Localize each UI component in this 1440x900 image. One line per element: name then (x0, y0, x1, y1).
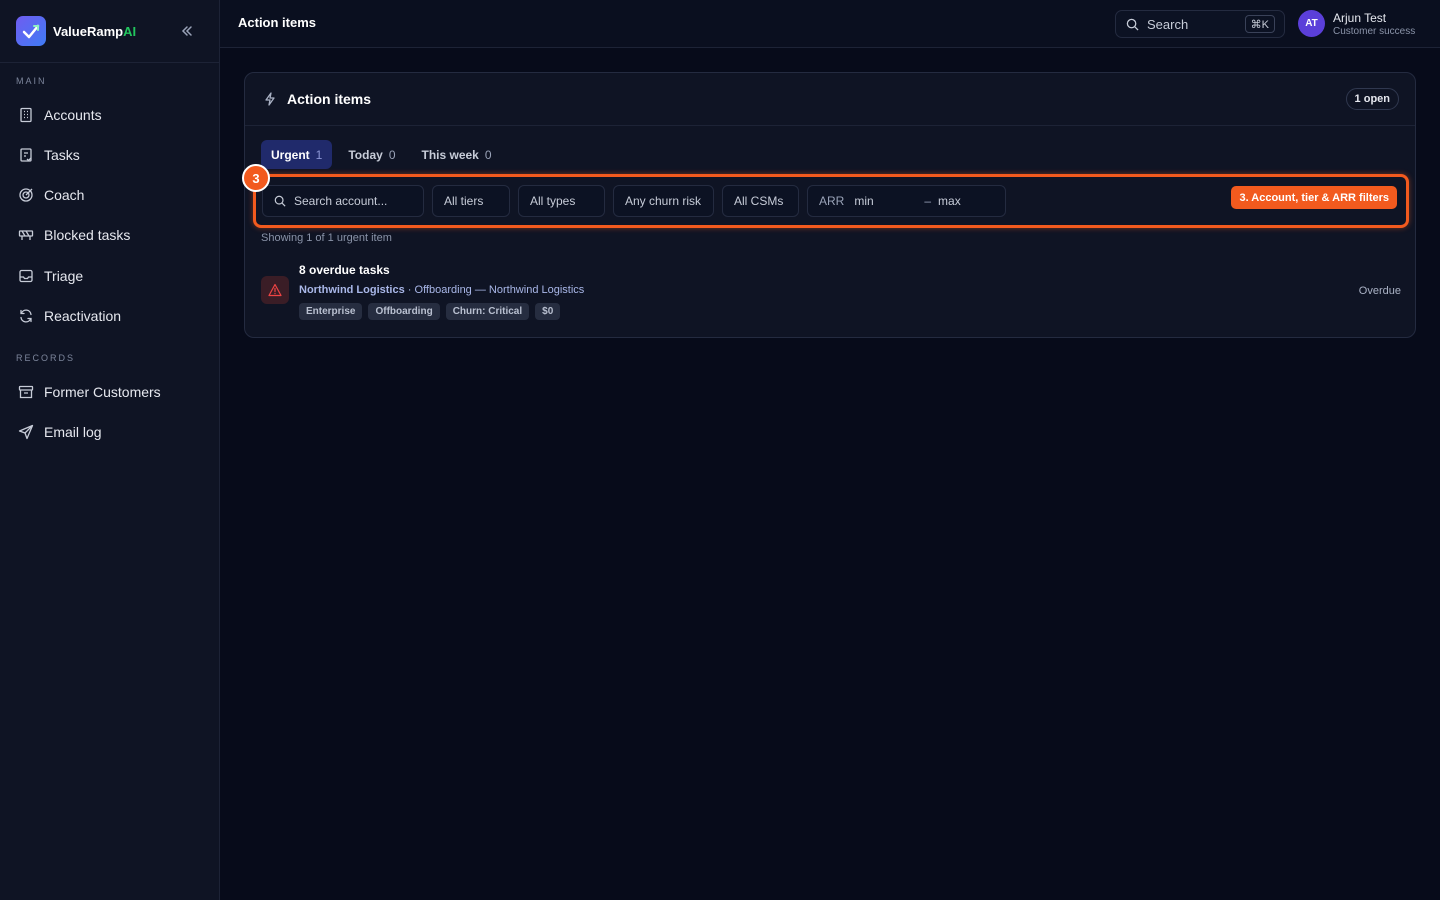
tab-label: Urgent (271, 147, 310, 162)
sidebar-item-blocked-tasks[interactable]: Blocked tasks (8, 218, 212, 252)
sidebar-item-label: Email log (44, 424, 102, 440)
building-icon (20, 107, 32, 123)
tab-today[interactable]: Today 0 (338, 140, 405, 169)
sidebar-item-label: Former Customers (44, 384, 161, 400)
target-icon (19, 188, 33, 202)
warning-icon (261, 276, 289, 304)
tab-count: 0 (388, 147, 396, 162)
tab-this-week[interactable]: This week 0 (412, 140, 502, 169)
arr-range-filter: ARR min – max (807, 185, 1006, 217)
sidebar-item-label: Blocked tasks (44, 227, 131, 243)
tag: Enterprise (299, 303, 363, 320)
status-badge: Overdue (1358, 285, 1401, 297)
tag-list: Enterprise Offboarding Churn: Critical $… (299, 303, 566, 320)
sidebar-item-label: Tasks (44, 147, 80, 163)
logo-icon (16, 16, 46, 46)
arr-separator: – (924, 194, 932, 208)
arr-min-input[interactable]: min (854, 194, 914, 208)
tab-label: This week (421, 147, 479, 162)
item-title: 8 overdue tasks (299, 263, 390, 277)
tab-count: 1 (315, 147, 323, 162)
open-count-badge: 1 open (1345, 88, 1399, 110)
sidebar-item-accounts[interactable]: Accounts (8, 98, 212, 132)
churn-select-value: Any churn risk (625, 194, 702, 208)
search-placeholder: Search account... (294, 194, 388, 208)
account-link[interactable]: Northwind Logistics (299, 284, 405, 296)
tour-hint-label: 3. Account, tier & ARR filters (1231, 186, 1397, 209)
filter-row-highlight: Search account... All tiers All types An… (253, 174, 1409, 228)
tab-urgent[interactable]: Urgent 1 (261, 140, 333, 169)
item-detail: · Offboarding — Northwind Logistics (407, 284, 585, 296)
sidebar: ValueRampAI MAIN Accounts Tasks Coach Bl… (0, 0, 220, 900)
collapse-sidebar-icon[interactable] (178, 22, 196, 40)
sidebar-item-former-customers[interactable]: Former Customers (8, 375, 212, 409)
user-name: Arjun Test (1333, 10, 1387, 25)
sidebar-item-triage[interactable]: Triage (8, 259, 212, 293)
arr-label: ARR (819, 194, 845, 208)
card-title: Action items (287, 91, 372, 107)
sidebar-item-reactivation[interactable]: Reactivation (8, 299, 212, 333)
tab-label: Today (348, 147, 383, 162)
tag: $0 (535, 303, 561, 320)
avatar: AT (1298, 10, 1325, 37)
brand-name: ValueRampAI (53, 23, 137, 39)
csm-select-value: All CSMs (734, 194, 784, 208)
sidebar-item-label: Triage (44, 268, 84, 284)
search-icon (274, 195, 286, 207)
type-select[interactable]: All types (518, 185, 605, 217)
search-label: Search (1147, 16, 1189, 32)
section-label-main: MAIN (16, 76, 47, 86)
tab-count: 0 (484, 147, 492, 162)
arr-max-input[interactable]: max (938, 194, 961, 208)
tag: Offboarding (368, 303, 440, 320)
churn-risk-select[interactable]: Any churn risk (613, 185, 714, 217)
refresh-icon (20, 309, 32, 323)
sidebar-item-label: Coach (44, 187, 85, 203)
keyboard-shortcut: ⌘K (1244, 15, 1275, 33)
barrier-icon (18, 230, 34, 240)
top-bar: Action items Search ⌘K AT Arjun Test Cus… (220, 0, 1440, 48)
user-menu[interactable]: AT Arjun Test Customer success (1298, 10, 1415, 37)
sidebar-item-email-log[interactable]: Email log (8, 415, 212, 449)
tab-bar: Urgent 1 Today 0 This week 0 (261, 140, 508, 169)
search-icon (1126, 18, 1139, 31)
clipboard-icon (20, 148, 32, 162)
user-role: Customer success (1333, 25, 1416, 37)
tour-step-marker: 3 (242, 164, 270, 192)
sidebar-item-tasks[interactable]: Tasks (8, 138, 212, 172)
item-subtitle: Northwind Logistics · Offboarding — Nort… (299, 284, 584, 296)
tier-select[interactable]: All tiers (432, 185, 510, 217)
sidebar-item-label: Reactivation (44, 308, 122, 324)
results-count: Showing 1 of 1 urgent item (261, 232, 392, 244)
lightning-icon (265, 92, 275, 106)
send-icon (18, 424, 34, 440)
tag: Churn: Critical (445, 303, 530, 320)
type-select-value: All types (530, 194, 576, 208)
sidebar-item-coach[interactable]: Coach (8, 178, 212, 212)
inbox-icon (19, 269, 33, 283)
account-search-input[interactable]: Search account... (262, 185, 424, 217)
tier-select-value: All tiers (444, 194, 484, 208)
section-label-records: RECORDS (16, 353, 76, 363)
csm-select[interactable]: All CSMs (722, 185, 799, 217)
global-search-button[interactable]: Search ⌘K (1115, 10, 1285, 38)
archive-icon (18, 385, 34, 399)
sidebar-item-label: Accounts (44, 107, 102, 123)
list-item[interactable]: 8 overdue tasks Northwind Logistics · Of… (261, 261, 1401, 321)
page-title: Action items (238, 15, 317, 30)
action-items-card: Action items 1 open Urgent 1 Today 0 Thi… (244, 72, 1416, 338)
